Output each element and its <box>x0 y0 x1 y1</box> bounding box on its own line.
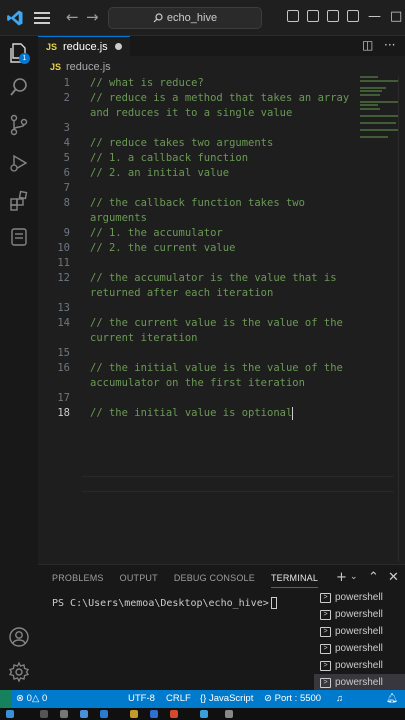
vscode-logo-icon <box>7 10 23 26</box>
live-server-port[interactable]: ⊘ Port : 5500 <box>264 693 321 704</box>
tab-output[interactable]: OUTPUT <box>120 573 158 588</box>
title-bar: ← → echo_hive — □ <box>0 0 405 36</box>
toggle-panel-icon[interactable] <box>307 10 319 22</box>
taskbar-app-icon[interactable] <box>130 710 138 718</box>
breadcrumb: JS reduce.js <box>50 59 111 75</box>
minimap[interactable] <box>360 76 400 138</box>
language-mode[interactable]: {} JavaScript <box>200 693 253 704</box>
tab-debug-console[interactable]: DEBUG CONSOLE <box>174 573 255 588</box>
run-debug-icon[interactable] <box>8 152 30 174</box>
customize-layout-icon[interactable] <box>347 10 359 22</box>
minimize-icon[interactable]: — <box>368 9 381 24</box>
taskbar-vscode-icon[interactable] <box>100 710 108 718</box>
javascript-file-icon: JS <box>50 62 62 72</box>
maximize-panel-chevron-icon[interactable]: ⌃ <box>368 570 379 585</box>
terminal-list: > powershell > powershell > powershell > pow… <box>314 589 405 691</box>
taskbar-app-icon[interactable] <box>200 710 208 718</box>
command-search-box[interactable]: echo_hive <box>108 7 262 29</box>
tab-reduce-js[interactable]: JS reduce.js <box>38 36 130 56</box>
terminal-list-item[interactable]: > powershell <box>314 589 405 606</box>
panel-tabs: PROBLEMS OUTPUT DEBUG CONSOLE TERMINAL <box>52 573 319 588</box>
terminal-cursor <box>270 597 277 609</box>
terminal-icon: > <box>320 592 331 603</box>
remote-indicator-icon[interactable] <box>0 690 12 708</box>
warnings-count[interactable]: △ 0 <box>32 693 47 704</box>
taskbar-app-icon[interactable] <box>170 710 178 718</box>
close-panel-icon[interactable]: ✕ <box>388 570 399 585</box>
terminal-dropdown-chevron-icon[interactable]: ⌄ <box>350 572 358 582</box>
status-bar: ⊗ 0 △ 0 UTF-8 CRLF {} JavaScript ⊘ Port … <box>0 690 405 708</box>
terminal-list-item[interactable]: > powershell <box>314 657 405 674</box>
forward-arrow-icon[interactable]: → <box>86 8 99 26</box>
explorer-badge: 1 <box>19 53 30 64</box>
terminal-list-item[interactable]: > powershell <box>314 623 405 640</box>
tab-filename: reduce.js <box>63 40 108 53</box>
account-icon[interactable] <box>8 626 30 648</box>
terminal-icon: > <box>320 660 331 671</box>
terminal-icon: > <box>320 677 331 688</box>
terminal-list-item[interactable]: > powershell <box>314 606 405 623</box>
terminal-prompt[interactable]: PS C:\Users\memoa\Desktop\echo_hive> <box>52 597 277 609</box>
breadcrumb-filename[interactable]: reduce.js <box>66 61 111 73</box>
windows-start-icon[interactable] <box>6 710 14 718</box>
eol-indicator[interactable]: CRLF <box>166 693 191 704</box>
settings-gear-icon[interactable] <box>8 661 30 683</box>
terminal-icon: > <box>320 609 331 620</box>
back-arrow-icon[interactable]: ← <box>66 8 79 26</box>
taskbar-search-icon[interactable] <box>40 710 48 718</box>
os-taskbar <box>0 708 405 720</box>
terminal-list-item[interactable]: > powershell <box>314 674 405 691</box>
text-cursor <box>292 406 294 420</box>
split-editor-icon[interactable]: ◫ <box>362 38 373 52</box>
tab-terminal[interactable]: TERMINAL <box>270 573 319 588</box>
maximize-icon[interactable]: □ <box>390 9 402 24</box>
editor-scrollbar[interactable] <box>398 76 405 562</box>
bottom-panel: PROBLEMS OUTPUT DEBUG CONSOLE TERMINAL +… <box>38 564 405 691</box>
extensions-icon[interactable] <box>8 190 30 212</box>
taskbar-app-icon[interactable] <box>150 710 158 718</box>
search-icon <box>153 13 163 23</box>
more-actions-icon[interactable]: ··· <box>384 38 395 52</box>
tab-problems[interactable]: PROBLEMS <box>52 573 104 588</box>
taskbar-app-icon[interactable] <box>60 710 68 718</box>
toggle-sidebar-icon[interactable] <box>287 10 299 22</box>
bell-icon[interactable]: 🔔︎ <box>386 693 398 704</box>
notifications-bell-icon[interactable]: ♫ <box>336 693 343 704</box>
search-icon[interactable] <box>8 76 30 98</box>
activity-bar: 1 <box>0 36 38 690</box>
taskbar-app-icon[interactable] <box>225 710 233 718</box>
source-control-icon[interactable] <box>8 114 30 136</box>
search-box-text: echo_hive <box>166 12 218 24</box>
remote-explorer-icon[interactable] <box>8 226 30 248</box>
errors-count[interactable]: ⊗ 0 <box>16 693 32 704</box>
terminal-list-item[interactable]: > powershell <box>314 640 405 657</box>
editor-tab-bar: JS reduce.js ◫ ··· <box>38 36 405 56</box>
toggle-secondary-sidebar-icon[interactable] <box>327 10 339 22</box>
terminal-icon: > <box>320 626 331 637</box>
code-editor[interactable]: 1// what is reduce? 2// reduce is a meth… <box>38 76 394 562</box>
taskbar-app-icon[interactable] <box>80 710 88 718</box>
unsaved-dot-icon[interactable] <box>115 43 122 50</box>
encoding-indicator[interactable]: UTF-8 <box>128 693 155 704</box>
new-terminal-plus-icon[interactable]: + <box>336 570 347 585</box>
current-line-highlight <box>82 476 394 492</box>
terminal-icon: > <box>320 643 331 654</box>
javascript-file-icon: JS <box>46 41 58 52</box>
menu-icon[interactable] <box>34 9 50 27</box>
